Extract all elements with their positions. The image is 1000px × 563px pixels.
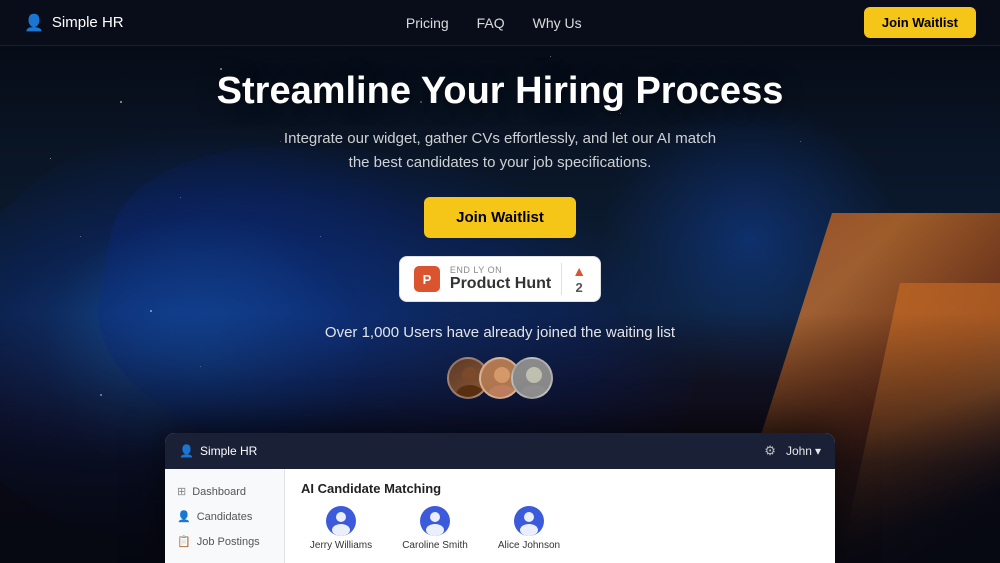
nav-links: Pricing FAQ Why Us xyxy=(406,15,582,31)
candidate-avatar-2 xyxy=(514,506,544,536)
nav-faq[interactable]: FAQ xyxy=(477,15,505,31)
sidebar-label-candidates: Candidates xyxy=(197,511,253,523)
dashboard-main: AI Candidate Matching Jerry Williams xyxy=(285,469,835,563)
waitlist-count-text: Over 1,000 Users have already joined the… xyxy=(325,324,675,341)
navbar: 👤 Simple HR Pricing FAQ Why Us Join Wait… xyxy=(0,0,1000,46)
product-hunt-prefix: END LY ON xyxy=(450,265,551,275)
hero-title: Streamline Your Hiring Process xyxy=(217,70,784,113)
product-hunt-text: END LY ON Product Hunt xyxy=(450,265,551,293)
dashboard-sidebar: ⊞ Dashboard 👤 Candidates 📋 Job Postings xyxy=(165,469,285,563)
user-dropdown-icon: ▾ xyxy=(815,444,821,458)
dashboard-icon: ⊞ xyxy=(177,485,186,498)
dashboard-preview: 👤 Simple HR ⚙ John ▾ ⊞ Dashboard 👤 xyxy=(165,433,835,563)
hero-join-waitlist-button[interactable]: Join Waitlist xyxy=(424,197,576,238)
user-name: John xyxy=(786,444,812,458)
candidate-name-2: Alice Johnson xyxy=(498,540,560,551)
product-hunt-icon: P xyxy=(414,266,440,292)
sidebar-label-job-postings: Job Postings xyxy=(197,536,260,548)
candidate-avatar-1 xyxy=(420,506,450,536)
avatar-3 xyxy=(511,357,553,399)
nav-why-us[interactable]: Why Us xyxy=(533,15,582,31)
job-postings-icon: 📋 xyxy=(177,535,191,548)
sidebar-item-job-postings[interactable]: 📋 Job Postings xyxy=(165,529,284,554)
candidates-icon: 👤 xyxy=(177,510,191,523)
dashboard-body: ⊞ Dashboard 👤 Candidates 📋 Job Postings … xyxy=(165,469,835,563)
settings-icon[interactable]: ⚙ xyxy=(764,443,776,459)
product-hunt-badge[interactable]: P END LY ON Product Hunt ▲ 2 xyxy=(399,256,601,302)
sidebar-label-dashboard: Dashboard xyxy=(192,486,246,498)
candidate-avatar-0 xyxy=(326,506,356,536)
user-avatars xyxy=(447,357,553,399)
candidates-list: Jerry Williams Caroline Smith xyxy=(301,506,819,551)
candidate-card-2: Alice Johnson xyxy=(489,506,569,551)
dashboard-app-name: Simple HR xyxy=(200,444,257,458)
product-hunt-name: Product Hunt xyxy=(450,275,551,293)
product-hunt-upvote[interactable]: ▲ 2 xyxy=(561,263,586,295)
candidate-card-1: Caroline Smith xyxy=(395,506,475,551)
candidate-name-1: Caroline Smith xyxy=(402,540,468,551)
dashboard-topbar: 👤 Simple HR ⚙ John ▾ xyxy=(165,433,835,469)
candidate-name-0: Jerry Williams xyxy=(310,540,372,551)
dashboard-actions: ⚙ John ▾ xyxy=(764,443,821,459)
sidebar-item-dashboard[interactable]: ⊞ Dashboard xyxy=(165,479,284,504)
app-name: Simple HR xyxy=(52,14,124,31)
ai-matching-title: AI Candidate Matching xyxy=(301,481,819,496)
logo-icon: 👤 xyxy=(24,13,44,33)
upvote-count: 2 xyxy=(576,280,583,295)
nav-pricing[interactable]: Pricing xyxy=(406,15,449,31)
app-logo: 👤 Simple HR xyxy=(24,13,124,33)
candidate-card-0: Jerry Williams xyxy=(301,506,381,551)
upvote-arrow-icon: ▲ xyxy=(572,263,586,279)
hero-subtitle: Integrate our widget, gather CVs effortl… xyxy=(280,127,720,175)
dashboard-logo-icon: 👤 xyxy=(179,444,194,458)
dashboard-logo: 👤 Simple HR xyxy=(179,444,257,458)
user-menu[interactable]: John ▾ xyxy=(786,444,821,458)
hero-section: 👤 Simple HR Pricing FAQ Why Us Join Wait… xyxy=(0,0,1000,563)
navbar-join-waitlist-button[interactable]: Join Waitlist xyxy=(864,7,976,38)
sidebar-item-candidates[interactable]: 👤 Candidates xyxy=(165,504,284,529)
